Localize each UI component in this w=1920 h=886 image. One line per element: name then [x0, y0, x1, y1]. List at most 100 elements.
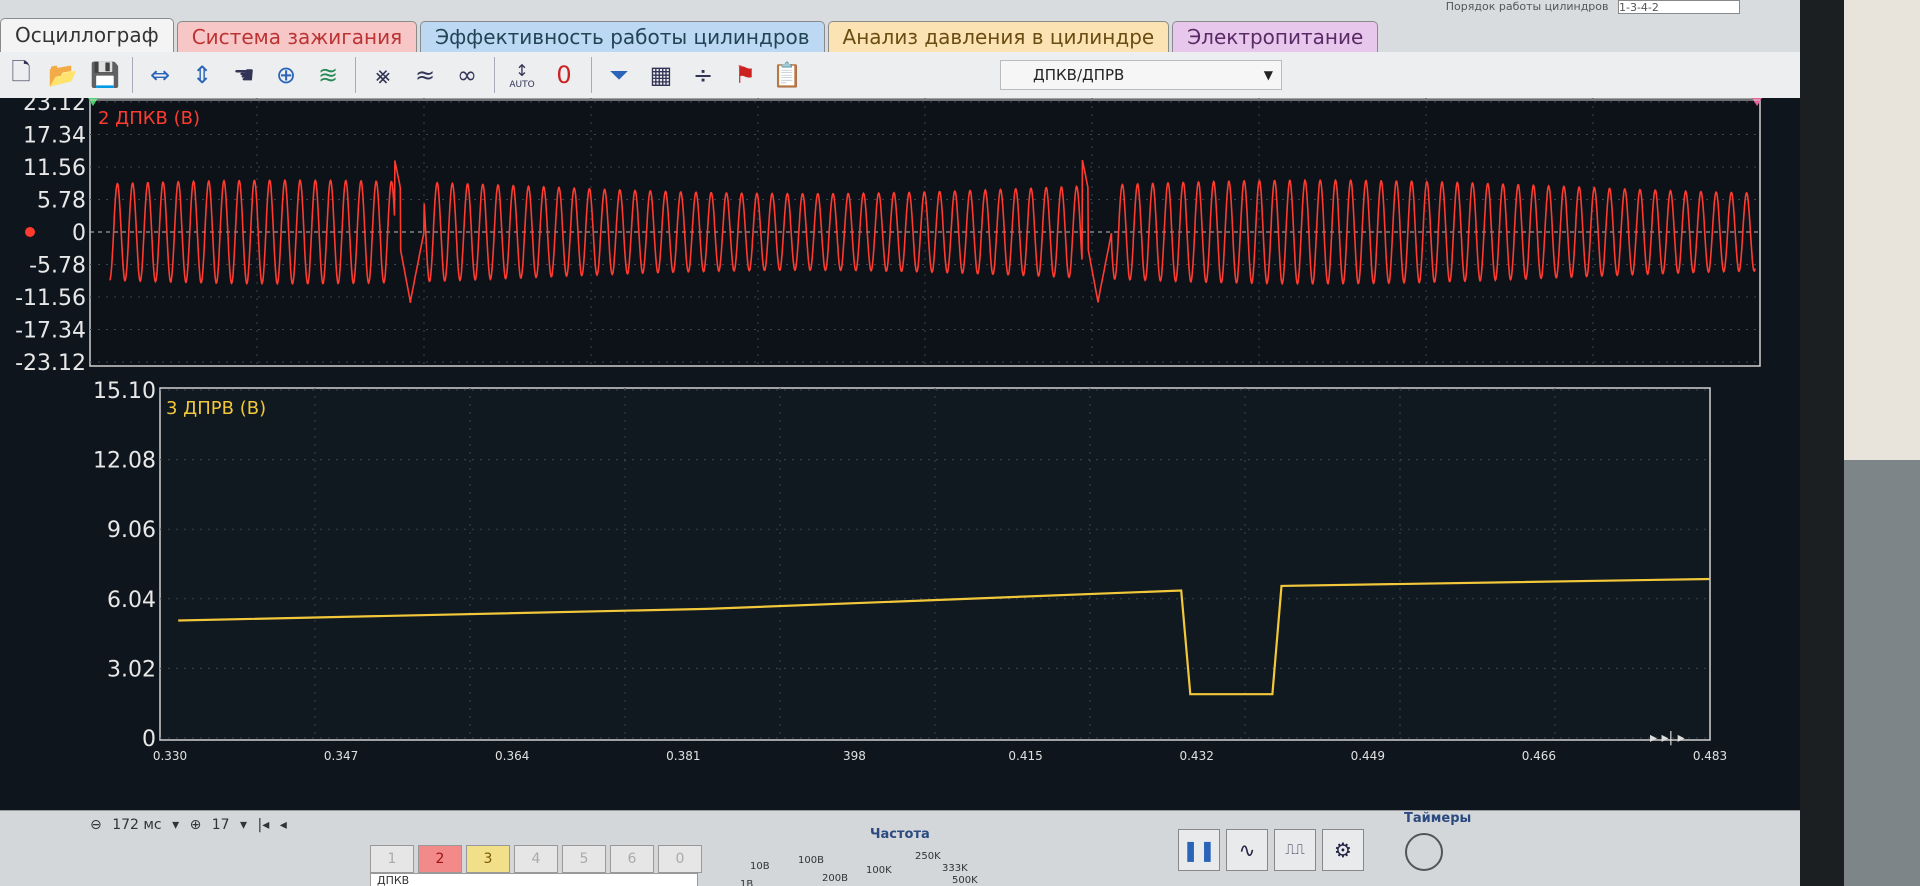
zoom-controls: ⊖ 172 мс ▾ ⊕ 17 ▾ |◂ ◂ [90, 817, 293, 833]
freq-value: 1В [740, 879, 754, 886]
y-tick-label-ch3: 9.06 [107, 518, 156, 543]
y-tick-label-ch2: 5.78 [37, 189, 86, 214]
time-tick-label: 0.483 [1693, 749, 1727, 763]
zero-icon[interactable]: 0 [545, 56, 583, 94]
channel-button-2[interactable]: 2 [418, 845, 462, 873]
channel-input[interactable]: ДПКВ [370, 873, 698, 886]
pulse-wave-icon[interactable]: ⎍⎍ [1274, 829, 1316, 871]
scope-area[interactable]: 23.12 17.34 11.56 5.78 0 -5.78 -11.56 -17.34 -23… [0, 98, 1800, 810]
time-tick-label: 0.449 [1351, 749, 1385, 763]
y-tick-label-ch2: -5.78 [29, 254, 86, 279]
overlay-icon[interactable]: ⨳ [364, 56, 402, 94]
cylinder-order-label: Порядок работы цилиндров [1445, 0, 1609, 13]
toolbar-separator [355, 57, 356, 93]
time-tick-label: 398 [843, 749, 866, 763]
y-tick-label-ch2: 17.34 [23, 124, 86, 149]
time-per-div[interactable]: 172 мс [112, 817, 161, 833]
toolbar-separator [132, 57, 133, 93]
timers-title: Таймеры [1404, 811, 1472, 826]
auto-label: AUTO [509, 79, 535, 90]
filter-icon[interactable]: ⏷ [600, 56, 638, 94]
frequency-title: Частота [870, 827, 930, 842]
y-tick-label-ch2: -11.56 [15, 286, 86, 311]
tab-ignition[interactable]: Система зажигания [176, 21, 418, 52]
chevron-down-icon[interactable]: ▾ [172, 817, 179, 833]
channel-button-3[interactable]: 3 [466, 845, 510, 873]
control-buttons: ❚❚ ∿ ⎍⎍ ⚙ [1178, 829, 1370, 871]
freq-value: 100K [866, 865, 892, 876]
zoom-value[interactable]: 17 [212, 817, 230, 833]
monitor-bezel [1800, 0, 1920, 886]
channel-button-6[interactable]: 6 [610, 845, 654, 873]
divide-icon[interactable]: ÷ [684, 56, 722, 94]
bottom-panel: ⊖ 172 мс ▾ ⊕ 17 ▾ |◂ ◂ 1 2 3 4 5 6 0 ДПК… [0, 810, 1800, 886]
time-tick-label: 0.347 [324, 749, 358, 763]
go-start-icon[interactable]: |◂ [258, 817, 270, 833]
y-tick-label-ch2: -23.12 [15, 351, 86, 376]
timer-icon[interactable] [1405, 833, 1443, 871]
y-tick-label-ch2: 0 [72, 221, 86, 246]
table-icon[interactable]: ▦ [642, 56, 680, 94]
open-folder-icon[interactable]: 📂 [44, 56, 82, 94]
go-prev-icon[interactable]: ◂ [280, 817, 287, 833]
loop-icon[interactable]: ∞ [448, 56, 486, 94]
tab-pressure-analysis[interactable]: Анализ давления в цилиндре [827, 21, 1170, 52]
freq-value: 500K [952, 875, 978, 886]
tab-cylinder-efficiency[interactable]: Эффективность работы цилиндров [420, 21, 825, 52]
fit-vertical-icon[interactable]: ⇕ [183, 56, 221, 94]
tab-bar: Осциллограф Система зажигания Эффективно… [0, 18, 1800, 52]
waves-icon[interactable]: ≈ [406, 56, 444, 94]
channel-dropdown-value: ДПКВ/ДПРВ [1033, 66, 1125, 84]
y-tick-label-ch3: 6.04 [107, 588, 156, 613]
tab-power-supply[interactable]: Электропитание [1172, 21, 1379, 52]
freq-value: 333K [942, 863, 968, 874]
new-file-icon[interactable]: 🗋 [2, 56, 40, 94]
time-tick-label: 0.466 [1522, 749, 1556, 763]
channel-button-4[interactable]: 4 [514, 845, 558, 873]
scope-plot[interactable]: 23.12 17.34 11.56 5.78 0 -5.78 -11.56 -17.34 -23… [0, 98, 1800, 810]
freq-value: 10В [750, 861, 770, 872]
freq-value: 100В [798, 855, 824, 866]
marker-flag-icon[interactable]: ⚑ [726, 56, 764, 94]
channel-button-1[interactable]: 1 [370, 845, 414, 873]
zoom-in-icon[interactable]: ⊕ [267, 56, 305, 94]
tab-oscilloscope[interactable]: Осциллограф [0, 18, 174, 52]
zoom-in-small-icon[interactable]: ⊕ [190, 817, 202, 833]
pause-icon[interactable]: ❚❚ [1178, 829, 1220, 871]
y-tick-label-ch3: 15.10 [93, 379, 156, 404]
settings-icon[interactable]: ⚙ [1322, 829, 1364, 871]
time-tick-label: 0.432 [1179, 749, 1213, 763]
zoom-out-icon[interactable]: ⊖ [90, 817, 102, 833]
y-tick-label-ch3: 3.02 [107, 657, 156, 682]
y-tick-label-ch2: 23.12 [23, 98, 86, 116]
chevron-down-icon: ▼ [1263, 68, 1273, 82]
toolbar-separator [591, 57, 592, 93]
hand-pan-icon[interactable]: ☚ [225, 56, 263, 94]
zero-label: 0 [556, 61, 572, 89]
fit-horizontal-icon[interactable]: ⇔ [141, 56, 179, 94]
channel-button-5[interactable]: 5 [562, 845, 606, 873]
frequency-dials[interactable]: 10В 100В 1В 200В 100K 250K 333K 500K [740, 843, 1000, 886]
channel-2-label: 2 ДПКВ (В) [98, 108, 200, 129]
background-wall [1844, 0, 1920, 460]
y-tick-label-ch2: -17.34 [15, 319, 86, 344]
toolbar-separator [494, 57, 495, 93]
channel-3-label: 3 ДПРВ (В) [166, 398, 266, 419]
cylinder-order-select[interactable]: 1-3-4-2 [1618, 0, 1740, 14]
toolbar: 🗋 📂 💾 ⇔ ⇕ ☚ ⊕ ≋ ⨳ ≈ ∞ ↕ AUTO 0 ⏷ ▦ ÷ ⚑ 📋 … [0, 52, 1800, 99]
sine-wave-icon[interactable]: ∿ [1226, 829, 1268, 871]
channel-button-0[interactable]: 0 [658, 845, 702, 873]
freq-value: 200В [822, 873, 848, 884]
auto-scale-icon[interactable]: ↕ AUTO [503, 56, 541, 94]
cylinder-order: Порядок работы цилиндров 1-3-4-2 [1446, 0, 1740, 14]
time-tick-label: 0.330 [153, 749, 187, 763]
channel-dropdown[interactable]: ДПКВ/ДПРВ ▼ [1000, 60, 1282, 90]
y-tick-label-ch2: 11.56 [23, 156, 86, 181]
report-icon[interactable]: 📋 [768, 56, 806, 94]
freq-value: 250K [915, 851, 941, 862]
chevron-down-icon[interactable]: ▾ [240, 817, 247, 833]
stretch-icon[interactable]: ≋ [309, 56, 347, 94]
save-icon[interactable]: 💾 [86, 56, 124, 94]
time-tick-label: 0.381 [666, 749, 700, 763]
oscilloscope-app: Порядок работы цилиндров 1-3-4-2 Осцилло… [0, 0, 1800, 886]
